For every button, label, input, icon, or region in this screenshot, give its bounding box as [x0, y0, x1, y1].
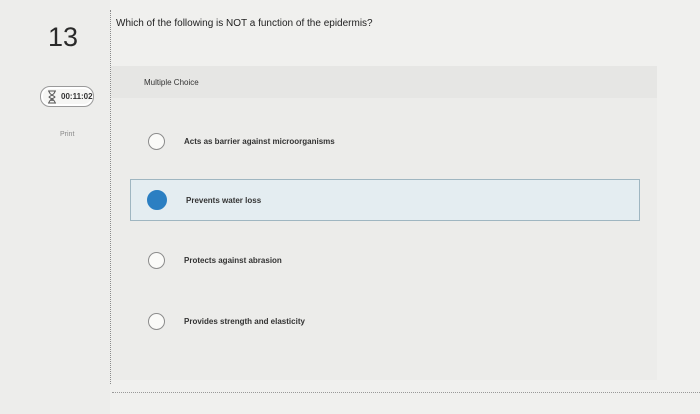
print-link[interactable]: Print: [60, 131, 74, 138]
answer-panel: Multiple Choice Acts as barrier against …: [111, 66, 657, 380]
hourglass-icon: [48, 90, 56, 103]
option-label: Provides strength and elasticity: [184, 316, 305, 326]
question-type-label: Multiple Choice: [144, 78, 199, 87]
option-label: Protects against abrasion: [184, 255, 282, 265]
bottom-divider: [112, 392, 700, 393]
timer-widget[interactable]: 00:11:02: [40, 86, 94, 107]
panel-header: Multiple Choice: [111, 66, 657, 98]
option-1[interactable]: Prevents water loss: [130, 179, 640, 221]
option-2[interactable]: Protects against abrasion: [131, 240, 639, 280]
radio-button-selected[interactable]: [147, 190, 167, 210]
left-sidebar: 13 00:11:02 Print: [0, 0, 110, 414]
option-label: Acts as barrier against microorganisms: [184, 136, 335, 146]
option-label: Prevents water loss: [186, 195, 262, 205]
option-3[interactable]: Provides strength and elasticity: [131, 301, 639, 341]
radio-button[interactable]: [148, 132, 165, 150]
radio-button[interactable]: [148, 312, 165, 330]
timer-value: 00:11:02: [61, 92, 93, 101]
radio-button[interactable]: [148, 251, 165, 269]
question-prompt: Which of the following is NOT a function…: [116, 18, 373, 29]
option-0[interactable]: Acts as barrier against microorganisms: [131, 121, 639, 161]
question-number: 13: [48, 22, 79, 52]
